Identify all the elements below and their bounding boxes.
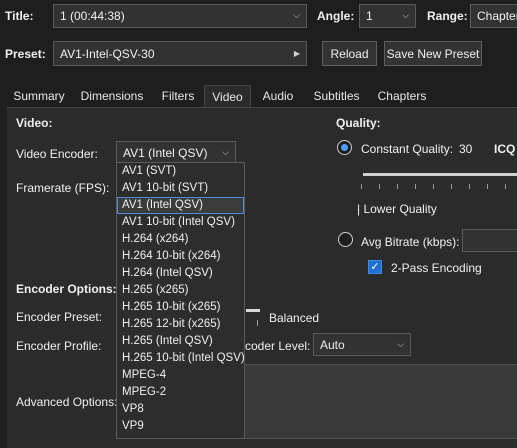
framerate-label: Framerate (FPS): <box>16 181 110 195</box>
video-section-label: Video: <box>16 116 53 130</box>
encoder-option[interactable]: H.264 (Intel QSV) <box>117 265 244 282</box>
tab-subtitles[interactable]: Subtitles <box>306 85 367 107</box>
encoder-level-value: Auto <box>320 337 345 352</box>
encoder-option[interactable]: MPEG-2 <box>117 384 244 401</box>
chevron-down-icon: ⌵ <box>222 146 229 157</box>
encoder-level-label: coder Level: <box>245 339 311 353</box>
title-label: Title: <box>5 9 34 23</box>
advanced-options-textarea[interactable] <box>244 364 517 439</box>
angle-label: Angle: <box>317 9 355 23</box>
slider-tick <box>505 184 506 189</box>
constant-quality-unit: ICQ <box>494 142 516 156</box>
chevron-down-icon: ⌵ <box>402 9 409 20</box>
encoder-option-selected[interactable]: AV1 (Intel QSV) <box>117 197 244 214</box>
preset-select[interactable]: AV1-Intel-QSV-30 ▶ <box>53 41 307 66</box>
slider-tick <box>379 184 380 189</box>
encoder-option[interactable]: MPEG-4 <box>117 367 244 384</box>
chevron-down-icon: ⌵ <box>397 338 404 349</box>
encoder-option[interactable]: AV1 10-bit (SVT) <box>117 180 244 197</box>
slider-tick <box>397 184 398 189</box>
encoder-option[interactable]: H.265 10-bit (x265) <box>117 299 244 316</box>
tab-chapters[interactable]: Chapters <box>372 85 432 107</box>
quality-section-label: Quality: <box>336 116 381 130</box>
reload-button[interactable]: Reload <box>322 41 377 66</box>
chevron-right-icon: ▶ <box>293 48 300 58</box>
save-new-preset-button[interactable]: Save New Preset <box>384 41 482 66</box>
encoder-option[interactable]: H.265 10-bit (Intel QSV) <box>117 350 244 367</box>
tab-summary[interactable]: Summary <box>8 85 70 107</box>
range-label: Range: <box>427 9 468 23</box>
encoder-preset-slider-thumb[interactable] <box>246 309 260 312</box>
video-encoder-dropdown-list[interactable]: AV1 (SVT) AV1 10-bit (SVT) AV1 (Intel QS… <box>116 162 245 439</box>
avg-bitrate-label: Avg Bitrate (kbps): <box>361 235 460 249</box>
slider-tick <box>487 184 488 189</box>
slider-tick <box>257 320 258 326</box>
slider-tick <box>361 184 362 189</box>
encoder-option[interactable]: H.264 10-bit (x264) <box>117 248 244 265</box>
preset-select-value: AV1-Intel-QSV-30 <box>60 46 155 61</box>
range-select[interactable]: Chapters <box>470 4 517 28</box>
two-pass-label: 2-Pass Encoding <box>391 261 482 275</box>
encoder-preset-value: Balanced <box>269 311 320 325</box>
constant-quality-label: Constant Quality: <box>361 142 454 156</box>
quality-slider-track[interactable] <box>363 173 517 176</box>
avg-bitrate-input[interactable] <box>462 229 517 252</box>
angle-select[interactable]: 1 ⌵ <box>359 4 416 28</box>
checkmark-icon: ✓ <box>370 261 380 273</box>
angle-select-value: 1 <box>366 9 373 23</box>
lower-quality-label: | Lower Quality <box>357 202 437 216</box>
constant-quality-value: 30 <box>459 142 473 156</box>
two-pass-checkbox[interactable]: ✓ <box>368 260 382 274</box>
tab-video[interactable]: Video <box>204 85 251 107</box>
tab-filters[interactable]: Filters <box>154 85 202 107</box>
slider-tick <box>415 184 416 189</box>
tab-dimensions[interactable]: Dimensions <box>74 85 150 107</box>
avg-bitrate-radio[interactable] <box>338 232 353 247</box>
tab-audio[interactable]: Audio <box>255 85 301 107</box>
chevron-down-icon: ⌵ <box>293 9 300 20</box>
preset-label: Preset: <box>5 47 46 61</box>
encoder-profile-label: Encoder Profile: <box>16 339 102 353</box>
encoder-option[interactable]: VP9 <box>117 418 244 435</box>
encoder-options-label: Encoder Options: <box>16 282 117 296</box>
title-select-value: 1 (00:44:38) <box>60 9 125 23</box>
encoder-option[interactable]: AV1 (SVT) <box>117 163 244 180</box>
title-select[interactable]: 1 (00:44:38) ⌵ <box>53 4 307 28</box>
video-encoder-label: Video Encoder: <box>16 147 98 161</box>
encoder-preset-label: Encoder Preset: <box>16 310 103 324</box>
video-encoder-select[interactable]: AV1 (Intel QSV) ⌵ <box>116 141 236 164</box>
video-encoder-value: AV1 (Intel QSV) <box>123 145 208 160</box>
constant-quality-radio[interactable] <box>337 140 352 155</box>
advanced-options-label: Advanced Options: <box>16 395 118 409</box>
slider-tick <box>451 184 452 189</box>
encoder-option[interactable]: H.265 12-bit (x265) <box>117 316 244 333</box>
range-select-value: Chapters <box>477 9 517 23</box>
encoder-option[interactable]: AV1 10-bit (Intel QSV) <box>117 214 244 231</box>
encoder-level-select[interactable]: Auto ⌵ <box>313 333 411 356</box>
encoder-option[interactable]: H.264 (x264) <box>117 231 244 248</box>
encoder-option[interactable]: VP8 <box>117 401 244 418</box>
encoder-option[interactable]: H.265 (Intel QSV) <box>117 333 244 350</box>
slider-tick <box>469 184 470 189</box>
slider-tick <box>433 184 434 189</box>
encoder-option[interactable]: H.265 (x265) <box>117 282 244 299</box>
